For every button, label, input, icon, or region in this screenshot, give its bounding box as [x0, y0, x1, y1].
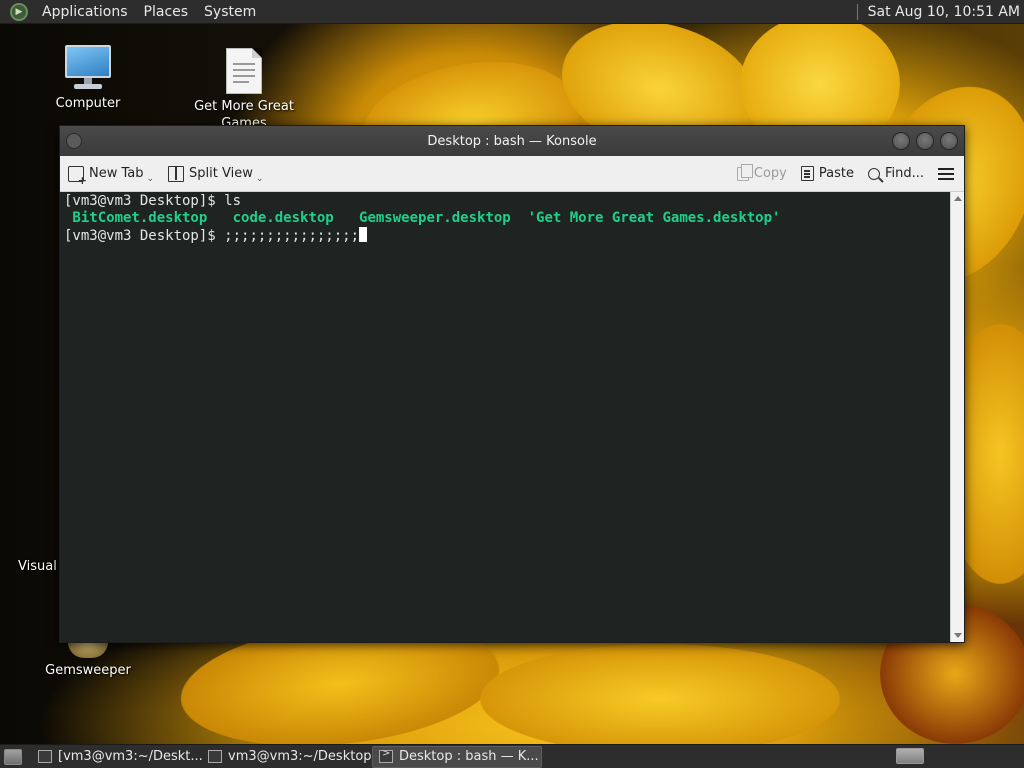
terminal-output[interactable]: [vm3@vm3 Desktop]$ ls BitComet.desktop c…	[60, 192, 950, 642]
split-view-label: Split View	[189, 166, 253, 181]
desktop-icon-label: Get More Great	[194, 99, 294, 114]
ls-entry: Gemsweeper.desktop	[333, 210, 511, 226]
new-tab-button[interactable]: New Tab ⌄	[68, 165, 155, 187]
terminal-icon	[38, 750, 52, 763]
taskbar-item-label: Desktop : bash — K...	[399, 749, 539, 764]
clock[interactable]: Sat Aug 10, 10:51 AM	[868, 4, 1024, 20]
menu-applications[interactable]: Applications	[34, 0, 136, 24]
taskbar-item[interactable]: [vm3@vm3:~/Deskt...	[32, 746, 202, 768]
document-icon	[226, 48, 262, 94]
paste-button[interactable]: Paste	[800, 166, 854, 181]
copy-button[interactable]: Copy	[736, 163, 787, 181]
terminal-line: BitComet.desktop code.desktop Gemsweeper…	[64, 210, 946, 227]
chevron-down-icon[interactable]: ⌄	[147, 174, 155, 184]
menu-places[interactable]: Places	[136, 0, 197, 24]
text-cursor	[359, 227, 368, 242]
terminal-line: [vm3@vm3 Desktop]$ ls	[64, 193, 946, 210]
konsole-toolbar: New Tab ⌄ Split View ⌄ Copy Paste Find..…	[60, 156, 964, 192]
copy-icon	[736, 163, 753, 181]
gemsweeper-icon	[68, 642, 108, 658]
konsole-icon	[379, 748, 393, 763]
new-tab-label: New Tab	[89, 166, 144, 181]
terminal-scrollbar[interactable]	[950, 192, 964, 642]
taskbar-item-active[interactable]: Desktop : bash — K...	[372, 745, 542, 768]
search-icon	[867, 167, 880, 180]
desktop-icon-label: Gemsweeper	[45, 663, 131, 678]
prompt: [vm3@vm3 Desktop]$	[64, 228, 225, 244]
window-title: Desktop : bash — Konsole	[427, 133, 597, 149]
find-label: Find...	[884, 166, 924, 181]
workspace-switcher[interactable]	[896, 748, 924, 764]
window-titlebar[interactable]: Desktop : bash — Konsole	[60, 126, 964, 156]
wallpaper-petal	[480, 644, 840, 744]
find-button[interactable]: Find...	[867, 166, 924, 181]
minimize-button[interactable]	[892, 132, 910, 150]
command: ls	[224, 193, 242, 209]
ls-entry: BitComet.desktop	[64, 210, 208, 226]
paste-label: Paste	[818, 166, 854, 181]
copy-label: Copy	[753, 166, 787, 181]
chevron-down-icon[interactable]: ⌄	[256, 174, 264, 184]
window-menu-icon[interactable]	[66, 133, 82, 149]
taskbar-item-label: [vm3@vm3:~/Deskt...	[58, 749, 202, 764]
ls-entry: 'Get More Great Games.desktop'	[510, 210, 781, 226]
konsole-window: Desktop : bash — Konsole New Tab ⌄ Split…	[59, 125, 965, 643]
desktop-icon-gemsweeper[interactable]: Gemsweeper	[28, 642, 148, 679]
bottom-panel: [vm3@vm3:~/Deskt... vm3@vm3:~/Desktop De…	[0, 744, 1024, 768]
show-desktop-icon[interactable]	[4, 748, 22, 765]
terminal-line: [vm3@vm3 Desktop]$ ;;;;;;;;;;;;;;;;	[64, 227, 946, 245]
prompt: [vm3@vm3 Desktop]$	[64, 193, 225, 209]
maximize-button[interactable]	[916, 132, 934, 150]
split-view-button[interactable]: Split View ⌄	[168, 165, 264, 184]
distro-logo-icon[interactable]: ▶	[10, 2, 28, 21]
taskbar-item-label: vm3@vm3:~/Desktop	[228, 749, 372, 764]
desktop-icon-computer[interactable]: Computer	[28, 45, 148, 112]
scroll-up-icon[interactable]	[954, 196, 962, 201]
taskbar-item[interactable]: vm3@vm3:~/Desktop	[202, 746, 372, 768]
desktop-icon-label: Computer	[55, 96, 121, 111]
top-panel: ▶ Applications Places System Sat Aug 10,…	[0, 0, 1024, 24]
command-input[interactable]: ;;;;;;;;;;;;;;;;	[224, 228, 359, 244]
paste-icon	[800, 166, 814, 181]
menu-system[interactable]: System	[196, 0, 264, 24]
computer-icon	[64, 45, 112, 91]
split-view-icon	[168, 165, 185, 182]
hamburger-menu-icon[interactable]	[938, 167, 954, 180]
ls-entry: code.desktop	[207, 210, 334, 226]
scroll-down-icon[interactable]	[954, 633, 962, 638]
desktop-icon-get-more-games[interactable]: Get More Great Games	[184, 48, 304, 132]
close-button[interactable]	[940, 132, 958, 150]
terminal-icon	[208, 750, 222, 763]
new-tab-icon	[68, 165, 87, 187]
panel-separator	[856, 3, 858, 20]
